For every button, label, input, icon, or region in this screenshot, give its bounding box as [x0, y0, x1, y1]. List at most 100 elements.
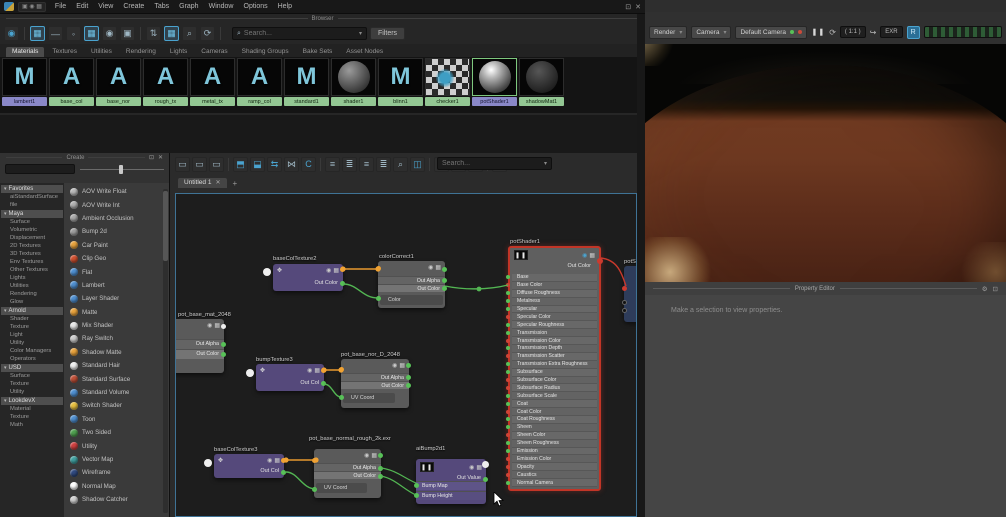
- out-color-port[interactable]: [406, 383, 411, 388]
- out-color-port[interactable]: [378, 474, 383, 479]
- volume-shader-port[interactable]: [622, 300, 627, 305]
- input-header-port[interactable]: [339, 367, 344, 372]
- out-value-port[interactable]: [483, 477, 488, 482]
- create-node-item[interactable]: Lambert: [64, 279, 169, 292]
- tree-item-utility[interactable]: Utility: [0, 339, 64, 347]
- scene-dropdown[interactable]: Camera ▾: [691, 25, 732, 39]
- frame-selected-icon[interactable]: ▭: [192, 156, 207, 172]
- attribute-port[interactable]: [506, 330, 510, 335]
- menu-create[interactable]: Create: [118, 3, 149, 10]
- menu-edit[interactable]: Edit: [71, 3, 93, 10]
- out-alpha-port[interactable]: [406, 375, 411, 380]
- create-node-item[interactable]: AOV Write Float: [64, 185, 169, 198]
- texture-node[interactable]: ✥ ◉ ▦ Out Col: [246, 364, 326, 391]
- bump-height-port[interactable]: [414, 493, 419, 498]
- rearrange-icon[interactable]: C: [301, 156, 316, 172]
- create-node-item[interactable]: Vector Map: [64, 453, 169, 466]
- out-color-port[interactable]: [597, 258, 603, 264]
- attribute-port[interactable]: [506, 307, 510, 311]
- attribute-port[interactable]: [506, 299, 510, 304]
- camera-dropdown[interactable]: Default Camera: [735, 25, 808, 39]
- tree-item-3d-textures[interactable]: 3D Textures: [0, 250, 64, 258]
- bump-node[interactable]: ❚❚ ◉ ▦ Out Value Bump Map Bump Height: [414, 459, 489, 504]
- material-swatch[interactable]: Abase_col: [49, 58, 94, 113]
- create-node-item[interactable]: Standard Hair: [64, 359, 169, 372]
- attribute-row[interactable]: Specular Color: [506, 313, 597, 322]
- detail-view-icon[interactable]: ▣: [120, 26, 135, 41]
- create-node-item[interactable]: Standard Volume: [64, 386, 169, 399]
- attribute-port[interactable]: [506, 393, 510, 398]
- attribute-port[interactable]: [506, 314, 510, 319]
- attribute-row[interactable]: Transmission Color: [506, 337, 597, 346]
- attribute-port[interactable]: [506, 283, 510, 288]
- tree-item-texture[interactable]: Texture: [0, 380, 64, 388]
- color-correct-node[interactable]: ◉ ▦ Out Alpha Out Color Color: [376, 261, 447, 308]
- attribute-row[interactable]: Diffuse Roughness: [506, 289, 597, 298]
- expand-icon[interactable]: ▦: [589, 252, 595, 259]
- menu-file[interactable]: File: [50, 3, 71, 10]
- browser-search[interactable]: ⌕ ▾: [232, 27, 367, 40]
- material-swatch[interactable]: Aramp_col: [237, 58, 282, 113]
- tree-item-displacement[interactable]: Displacement: [0, 234, 64, 242]
- graph-output-icon[interactable]: ⬓: [250, 156, 265, 172]
- snapshot-icon[interactable]: ↪: [870, 28, 877, 37]
- create-node-item[interactable]: Ray Switch: [64, 332, 169, 345]
- attribute-row[interactable]: Emission Color: [506, 455, 597, 464]
- uv-input-port[interactable]: [339, 395, 344, 400]
- render-region-button[interactable]: R: [906, 25, 920, 39]
- tree-category-arnold[interactable]: ▾ Arnold: [1, 307, 63, 315]
- create-search-field[interactable]: [5, 164, 75, 181]
- standard-surface-node-selected[interactable]: ❚❚ ◉ ▦ Out Color Base Base Color Diffuse R…: [506, 246, 603, 491]
- material-swatch[interactable]: Mstandard1: [284, 58, 329, 113]
- bump-map-port[interactable]: [414, 483, 419, 488]
- displacement-shader-port[interactable]: [622, 308, 627, 313]
- tree-item-env-textures[interactable]: Env Textures: [0, 258, 64, 266]
- custom-view-icon[interactable]: ≣: [376, 156, 391, 172]
- slider-handle[interactable]: [118, 165, 123, 174]
- full-view-icon[interactable]: ≡: [359, 156, 374, 172]
- add-tab-button[interactable]: +: [233, 179, 238, 188]
- attribute-row[interactable]: Base Color: [506, 281, 597, 290]
- create-node-item[interactable]: Standard Surface: [64, 372, 169, 385]
- menu-graph[interactable]: Graph: [174, 3, 203, 10]
- create-node-item[interactable]: Toon: [64, 413, 169, 426]
- material-swatch[interactable]: potShader1: [472, 58, 517, 113]
- attribute-port[interactable]: [506, 401, 510, 406]
- bookmark-view-icon[interactable]: ▭: [209, 156, 224, 172]
- tree-item-texture[interactable]: Texture: [0, 323, 64, 331]
- attribute-port[interactable]: [506, 441, 510, 446]
- create-node-item[interactable]: Utility: [64, 439, 169, 452]
- float-panel-icon[interactable]: ⊡: [993, 285, 998, 293]
- tree-item-light[interactable]: Light: [0, 331, 64, 339]
- connected-view-icon[interactable]: ≣: [342, 156, 357, 172]
- tab-textures[interactable]: Textures: [46, 47, 83, 57]
- out-color-port[interactable]: [221, 352, 226, 357]
- tree-category-favorites[interactable]: ▾ Favorites: [1, 185, 63, 193]
- material-swatch[interactable]: Mblinn1: [378, 58, 423, 113]
- refresh-icon[interactable]: ⟳: [200, 26, 215, 41]
- simple-view-icon[interactable]: ≡: [325, 156, 340, 172]
- list-view-icon[interactable]: —: [48, 26, 63, 41]
- material-swatch[interactable]: Mlambert1: [2, 58, 47, 113]
- expand-icon[interactable]: ▦: [399, 362, 405, 369]
- float-panel-icon[interactable]: ⊡: [149, 154, 154, 161]
- tree-item-texture[interactable]: Texture: [0, 413, 64, 421]
- refresh-render-icon[interactable]: ⟳: [829, 28, 836, 37]
- gear-icon[interactable]: ⚙: [982, 285, 988, 293]
- attribute-row[interactable]: Coat: [506, 400, 597, 409]
- graph-both-icon[interactable]: ⇆: [267, 156, 282, 172]
- tree-item-other-textures[interactable]: Other Textures: [0, 266, 64, 274]
- attribute-port[interactable]: [506, 464, 510, 469]
- tab-materials[interactable]: Materials: [6, 47, 45, 57]
- tree-item-volumetric[interactable]: Volumetric: [0, 226, 64, 234]
- attribute-row[interactable]: Subsurface Radius: [506, 384, 597, 393]
- menu-view[interactable]: View: [93, 3, 118, 10]
- image-format-badge[interactable]: EXR: [880, 26, 903, 38]
- out-transparency-port[interactable]: [321, 368, 326, 373]
- create-node-item[interactable]: Switch Shader: [64, 399, 169, 412]
- graph-tab[interactable]: Untitled 1 ✕: [178, 178, 227, 188]
- attribute-port[interactable]: [506, 409, 510, 414]
- attribute-port[interactable]: [506, 417, 510, 422]
- tree-item-lights[interactable]: Lights: [0, 274, 64, 282]
- header-out-port[interactable]: [378, 453, 383, 458]
